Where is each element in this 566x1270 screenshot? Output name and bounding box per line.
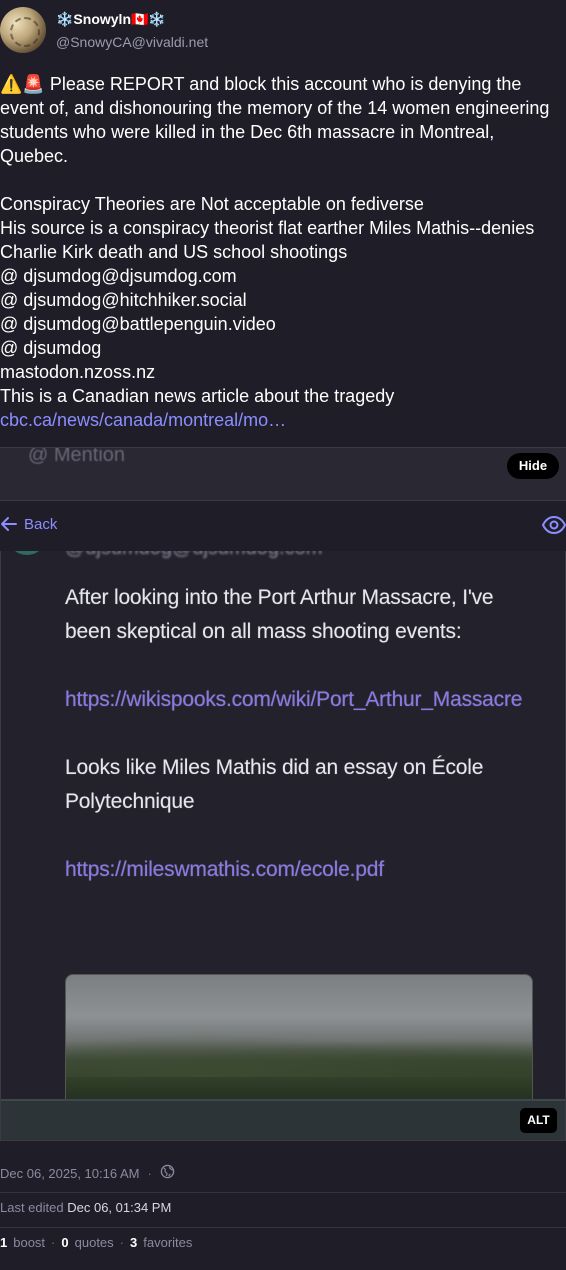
post-paragraph: ⚠️🚨 Please REPORT and block this account… [0,74,550,166]
news-article-link[interactable]: cbc.ca/news/canada/montreal/mo… [0,410,286,430]
favorites-label[interactable]: favorites [143,1235,192,1250]
post-line: This is a Canadian news article about th… [0,384,566,432]
post-line: @ djsumdog@battlepenguin.video [0,314,276,334]
boost-count: 1 [0,1235,8,1250]
screenshot-link: https://wikispooks.com/wiki/Port_Arthur_… [65,688,523,711]
separator-dot: · [51,1235,56,1250]
author-handle[interactable]: @SnowyCA@vivaldi.net [56,34,208,50]
post-line: @ djsumdog [0,338,102,358]
screenshot-paragraph: Looks like Miles Mathis did an essay on … [65,756,484,813]
quote-count: 0 [61,1235,69,1250]
post-content: ⚠️🚨 Please REPORT and block this account… [0,72,566,432]
edited-date[interactable]: Dec 06, 01:34 PM [67,1200,171,1215]
edited-label: Last edited [0,1200,64,1215]
screenshot-text: After looking into the Port Arthur Massa… [65,581,535,887]
screenshot-footer-bar [1,1115,565,1140]
post-meta-date: Dec 06, 2025, 10:16 AM · [0,1164,175,1182]
separator-dot: · [119,1235,125,1250]
alt-text-badge[interactable]: ALT [520,1108,557,1133]
author-display-name[interactable]: ❄️Snowyln🇨🇦❄️ [56,11,166,28]
separator-dot: · [147,1165,152,1181]
screenshot-footer [1,1099,565,1115]
attached-screenshot[interactable]: @djsumdog@djsumdog.com After looking int… [0,551,566,1141]
screenshot-handle: @djsumdog@djsumdog.com [65,551,322,560]
divider [0,1227,566,1228]
screenshot-content: @djsumdog@djsumdog.com After looking int… [1,551,565,1099]
post-stats: 1 boost · 0 quotes · 3 favorites [0,1235,192,1250]
quotes-label[interactable]: quotes [75,1235,114,1250]
eye-icon[interactable] [541,515,566,540]
back-bar: Back [0,501,566,551]
post-line: Conspiracy Theories are Not acceptable o… [0,194,424,214]
post-line: @ djsumdog@djsumdog.com [0,266,237,286]
screenshot-link: https://mileswmathis.com/ecole.pdf [65,858,384,881]
divider [0,1192,566,1193]
mention-text-blurred: @ Mention [28,447,126,466]
hide-media-button[interactable]: Hide [507,453,559,479]
post-header: ❄️Snowyln🇨🇦❄️ @SnowyCA@vivaldi.net [0,7,566,55]
boost-label[interactable]: boost [13,1235,45,1250]
arrow-left-icon [1,517,17,531]
screenshot-avatar [7,551,47,555]
post-line: @ djsumdog@hitchhiker.social [0,290,247,310]
back-button[interactable]: Back [0,515,57,533]
post-timestamp[interactable]: Dec 06, 2025, 10:16 AM [0,1166,139,1181]
screenshot-paragraph: After looking into the Port Arthur Massa… [65,586,494,643]
back-label: Back [24,515,58,533]
post-line: His source is a conspiracy theorist flat… [0,218,535,262]
screenshot-landscape-image [65,974,533,1099]
post-line-prefix: This is a Canadian news article about th… [0,386,395,406]
post-line: mastodon.nzoss.nz [0,362,156,382]
post-edited-info: Last edited Dec 06, 01:34 PM [0,1200,171,1215]
media-preview-top: @ Mention Hide [0,447,566,501]
globe-icon [160,1164,175,1182]
favorite-count: 3 [130,1235,138,1250]
avatar[interactable] [0,7,46,53]
